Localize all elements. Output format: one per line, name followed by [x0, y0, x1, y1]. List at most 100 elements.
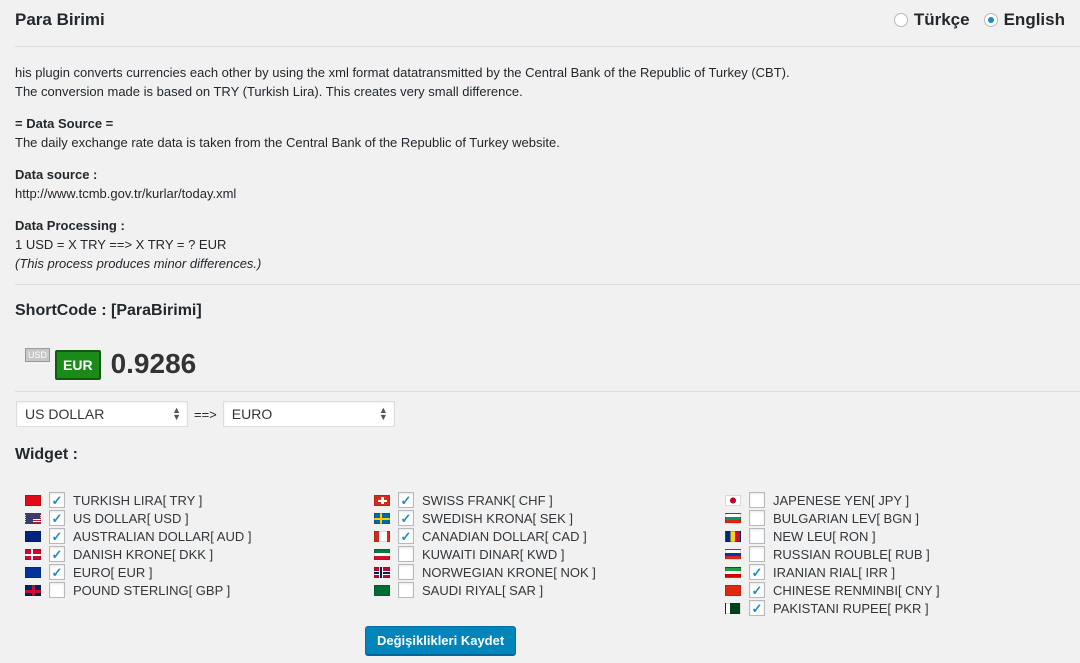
flag-no-icon — [374, 566, 390, 578]
flag-pk-icon — [725, 602, 741, 614]
rate-value: 0.9286 — [110, 348, 197, 379]
save-changes-button[interactable]: Değişiklikleri Kaydet — [365, 626, 517, 655]
data-source-text: The daily exchange rate data is taken fr… — [15, 135, 560, 150]
currency-checkbox[interactable]: ✓ — [49, 564, 65, 580]
currency-label[interactable]: IRANIAN RIAL[ IRR ] — [773, 565, 895, 580]
currency-checkbox[interactable]: ✓ — [49, 492, 65, 508]
currency-checkbox[interactable]: ✓ — [49, 528, 65, 544]
flag-ch-icon — [374, 494, 390, 506]
currency-item: ✓ EURO[ EUR ] — [25, 563, 251, 581]
currency-label[interactable]: US DOLLAR[ USD ] — [73, 511, 189, 526]
currency-label[interactable]: RUSSIAN ROUBLE[ RUB ] — [773, 547, 930, 562]
flag-ru-icon — [725, 548, 741, 560]
flag-gb-icon — [25, 584, 41, 596]
data-source-url: http://www.tcmb.gov.tr/kurlar/today.xml — [15, 186, 237, 201]
currency-label[interactable]: KUWAITI DINAR[ KWD ] — [422, 547, 565, 562]
flag-kw-icon — [374, 548, 390, 560]
description-line1: his plugin converts currencies each othe… — [15, 65, 790, 80]
currency-checkbox[interactable] — [398, 546, 414, 562]
to-currency-select[interactable]: EURO ▲ ▼ — [222, 401, 395, 427]
currency-item: ✓ CANADIAN DOLLAR[ CAD ] — [374, 527, 596, 545]
select-arrows-icon: ▲ ▼ — [378, 405, 388, 422]
currency-label[interactable]: CANADIAN DOLLAR[ CAD ] — [422, 529, 587, 544]
currency-label[interactable]: TURKISH LIRA[ TRY ] — [73, 493, 202, 508]
currency-checkbox[interactable] — [749, 492, 765, 508]
currency-checkbox[interactable]: ✓ — [749, 564, 765, 580]
select-arrows-icon: ▲ ▼ — [172, 405, 181, 422]
currency-label[interactable]: PAKISTANI RUPEE[ PKR ] — [773, 601, 929, 616]
currency-label[interactable]: SWISS FRANK[ CHF ] — [422, 493, 553, 508]
currency-label[interactable]: NORWEGIAN KRONE[ NOK ] — [422, 565, 596, 580]
currency-column-2: ✓ SWISS FRANK[ CHF ] ✓ SWEDISH KRONA[ SEK ]… — [374, 491, 596, 599]
currency-checkbox[interactable]: ✓ — [398, 492, 414, 508]
flag-sa-icon — [374, 584, 390, 596]
currency-item: RUSSIAN ROUBLE[ RUB ] — [725, 545, 940, 563]
currency-label[interactable]: AUSTRALIAN DOLLAR[ AUD ] — [73, 529, 251, 544]
currency-item: ✓ TURKISH LIRA[ TRY ] — [25, 491, 251, 509]
currency-checkbox[interactable]: ✓ — [749, 600, 765, 616]
radio-turkce-label[interactable]: Türkçe — [914, 10, 970, 30]
currency-label[interactable]: DANISH KRONE[ DKK ] — [73, 547, 213, 562]
currency-checkbox[interactable]: ✓ — [49, 510, 65, 526]
description-line2: The conversion made is based on TRY (Tur… — [15, 84, 523, 99]
flag-us-icon — [25, 512, 41, 524]
currency-item: JAPENESE YEN[ JPY ] — [725, 491, 940, 509]
rate-display: USD EUR 0.9286 — [25, 346, 196, 380]
currency-checkbox[interactable]: ✓ — [398, 510, 414, 526]
currency-item: BULGARIAN LEV[ BGN ] — [725, 509, 940, 527]
radio-english[interactable] — [983, 13, 998, 27]
currency-column-3: JAPENESE YEN[ JPY ] BULGARIAN LEV[ BGN ] N… — [725, 491, 940, 617]
checkmark-icon: ✓ — [400, 528, 412, 544]
currency-item: NEW LEU[ RON ] — [725, 527, 940, 545]
from-currency-select[interactable]: US DOLLAR ▲ ▼ — [16, 401, 188, 427]
to-currency-badge: EUR — [55, 350, 101, 380]
checkmark-icon: ✓ — [51, 564, 63, 580]
currency-checkbox[interactable] — [749, 510, 765, 526]
currency-item: NORWEGIAN KRONE[ NOK ] — [374, 563, 596, 581]
converter-arrow: ==> — [194, 406, 217, 422]
currency-checkbox[interactable] — [749, 528, 765, 544]
currency-checkbox[interactable] — [49, 582, 65, 598]
radio-turkce[interactable] — [893, 13, 908, 27]
currency-label[interactable]: SWEDISH KRONA[ SEK ] — [422, 511, 573, 526]
currency-checkbox[interactable]: ✓ — [398, 528, 414, 544]
currency-checkbox[interactable] — [398, 582, 414, 598]
currency-checkbox[interactable]: ✓ — [749, 582, 765, 598]
flag-eu-icon — [25, 566, 41, 578]
flag-bg-icon — [725, 512, 741, 524]
currency-checkbox[interactable]: ✓ — [49, 546, 65, 562]
to-currency-value: EURO — [231, 406, 273, 422]
currency-item: ✓ PAKISTANI RUPEE[ PKR ] — [725, 599, 940, 617]
checkmark-icon: ✓ — [400, 510, 412, 526]
currency-label[interactable]: CHINESE RENMINBI[ CNY ] — [773, 583, 940, 598]
plugin-description: his plugin converts currencies each othe… — [15, 63, 1055, 286]
currency-label[interactable]: NEW LEU[ RON ] — [773, 529, 876, 544]
currency-item: ✓ US DOLLAR[ USD ] — [25, 509, 251, 527]
flag-dk-icon — [25, 548, 41, 560]
flag-ro-icon — [725, 530, 741, 542]
checkmark-icon: ✓ — [51, 510, 63, 526]
checkmark-icon: ✓ — [400, 492, 412, 508]
from-currency-badge: USD — [25, 348, 51, 362]
checkmark-icon: ✓ — [751, 564, 763, 580]
currency-item: ✓ SWEDISH KRONA[ SEK ] — [374, 509, 596, 527]
radio-english-label[interactable]: English — [1004, 10, 1065, 30]
currency-label[interactable]: BULGARIAN LEV[ BGN ] — [773, 511, 919, 526]
checkmark-icon: ✓ — [751, 600, 763, 616]
checkmark-icon: ✓ — [51, 528, 63, 544]
checkmark-icon: ✓ — [51, 546, 63, 562]
currency-checkbox[interactable] — [749, 546, 765, 562]
currency-checkbox[interactable] — [398, 564, 414, 580]
checkmark-icon: ✓ — [51, 492, 63, 508]
currency-label[interactable]: EURO[ EUR ] — [73, 565, 152, 580]
data-source-label: Data source : — [15, 167, 98, 182]
currency-label[interactable]: SAUDI RIYAL[ SAR ] — [422, 583, 543, 598]
currency-label[interactable]: POUND STERLING[ GBP ] — [73, 583, 230, 598]
processing-label: Data Processing : — [15, 218, 125, 233]
shortcode-label: ShortCode : [ParaBirimi] — [15, 302, 202, 319]
currency-label[interactable]: JAPENESE YEN[ JPY ] — [773, 493, 909, 508]
divider — [15, 46, 1080, 47]
currency-item: ✓ CHINESE RENMINBI[ CNY ] — [725, 581, 940, 599]
divider — [15, 391, 1080, 392]
flag-ir-icon — [725, 566, 741, 578]
